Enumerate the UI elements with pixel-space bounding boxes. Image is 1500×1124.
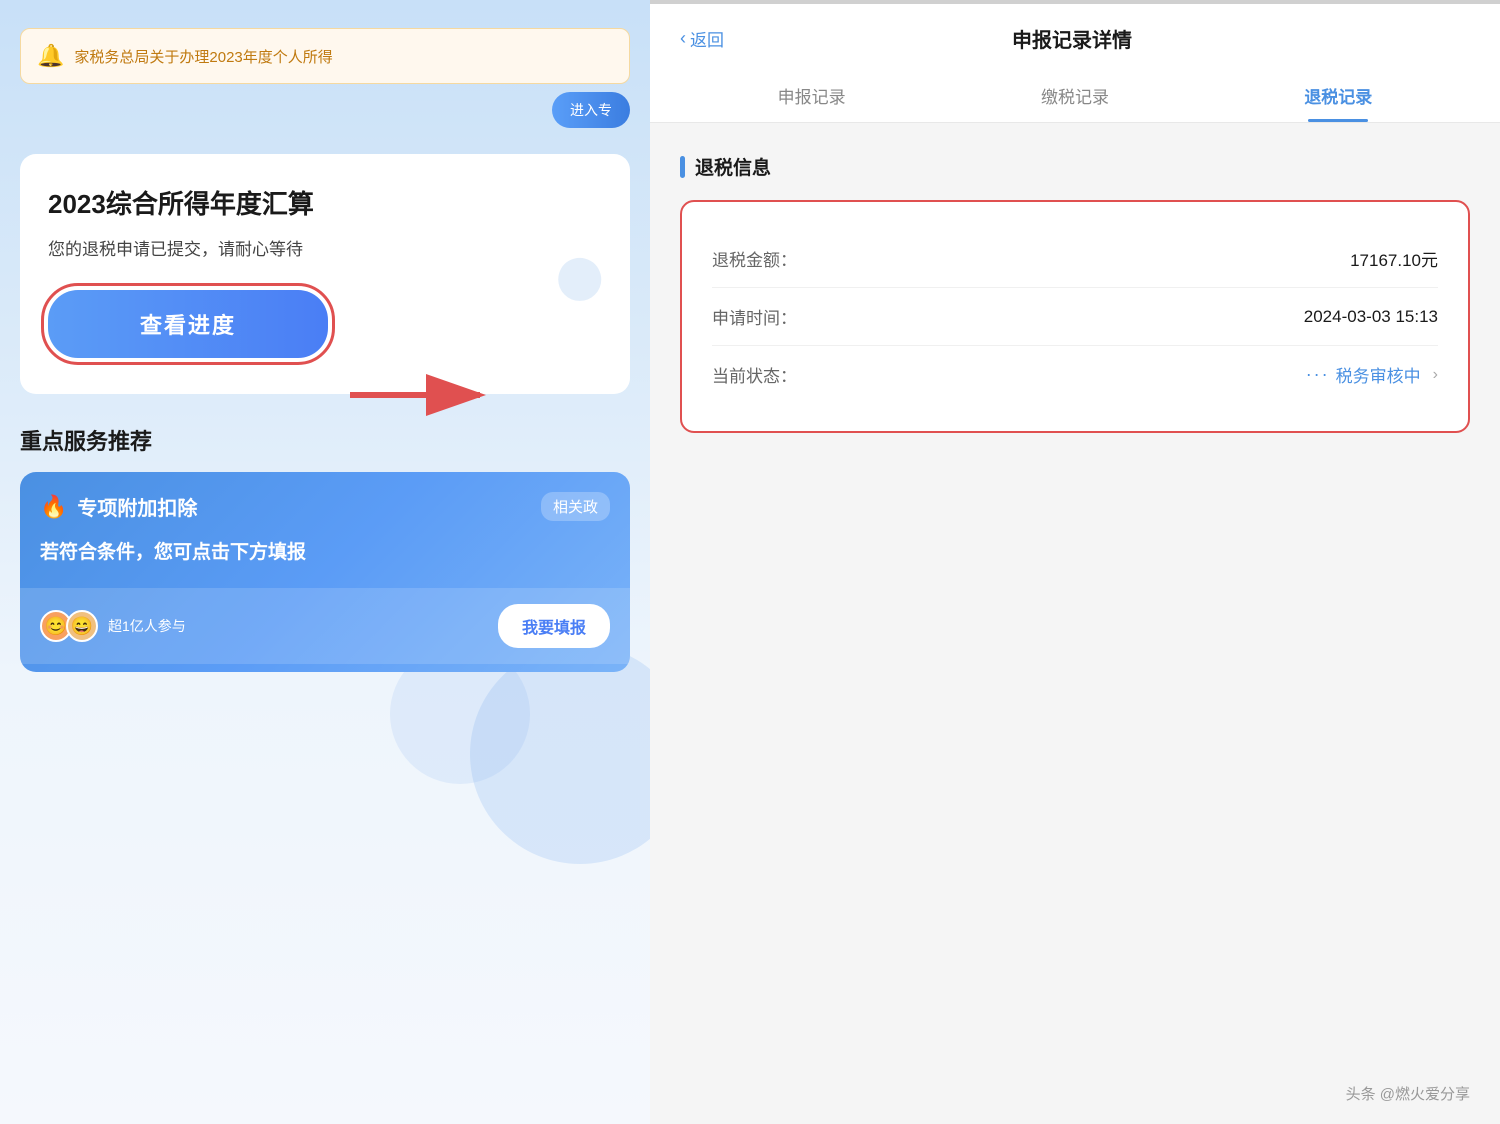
current-status-label: 当前状态： [712,362,797,387]
tab-declaration-record[interactable]: 申报记录 [680,69,943,122]
service-card-title-row: 🔥 专项附加扣除 [40,492,197,521]
right-header: ‹ 返回 申报记录详情 申报记录 缴税记录 退税记录 [650,4,1500,123]
refund-amount-row: 退税金额： 17167.10元 [712,230,1438,288]
service-card-title: 专项附加扣除 [77,492,197,521]
service-card-description: 若符合条件，您可点击下方填报 [40,537,610,564]
main-card: 2023综合所得年度汇算 您的退税申请已提交，请耐心等待 查看进度 ● [20,154,630,394]
fire-icon: 🔥 [40,494,67,520]
enter-button[interactable]: 进入专 [552,92,630,128]
back-button[interactable]: ‹ 返回 [680,26,724,51]
status-dots: ··· [1306,364,1330,385]
main-card-title: 2023综合所得年度汇算 [48,184,602,221]
service-card: 🔥 专项附加扣除 相关政 若符合条件，您可点击下方填报 😊 😄 超1亿人参与 我… [20,472,630,672]
current-status-value: ··· 税务审核中 › [1306,362,1438,387]
arrow-right [340,370,500,425]
header-nav: ‹ 返回 申报记录详情 [680,24,1470,53]
section-title: 重点服务推荐 [20,424,630,456]
view-progress-button[interactable]: 查看进度 [48,290,328,358]
left-panel: 🔔 家税务总局关于办理2023年度个人所得 进入专 2023综合所得年度汇算 您… [0,0,650,1124]
section-label: 退税信息 [695,153,771,180]
refund-amount-value: 17167.10元 [1350,246,1438,271]
bell-icon: 🔔 [37,43,64,69]
service-card-footer: 😊 😄 超1亿人参与 我要填报 [20,588,630,664]
avatar-2: 😄 [66,610,98,642]
chevron-left-icon: ‹ [680,28,686,49]
refund-amount-label: 退税金额： [712,246,797,271]
tab-refund-record[interactable]: 退税记录 [1207,69,1470,122]
avatar-group: 😊 😄 [40,610,98,642]
participant-info: 😊 😄 超1亿人参与 [40,610,186,642]
card-decoration: ● [550,217,610,332]
apply-time-row: 申请时间： 2024-03-03 15:13 [712,288,1438,346]
apply-time-value: 2024-03-03 15:13 [1304,307,1438,327]
participant-count: 超1亿人参与 [108,616,186,636]
refund-info-card: 退税金额： 17167.10元 申请时间： 2024-03-03 15:13 当… [680,200,1470,433]
chevron-right-icon: › [1433,366,1438,384]
tab-tax-payment-record[interactable]: 缴税记录 [943,69,1206,122]
right-content: 退税信息 退税金额： 17167.10元 申请时间： 2024-03-03 15… [650,123,1500,1124]
policy-link[interactable]: 相关政 [541,492,610,521]
current-status-row[interactable]: 当前状态： ··· 税务审核中 › [712,346,1438,403]
watermark: 头条 @燃火爱分享 [1346,1083,1470,1104]
main-card-subtitle: 您的退税申请已提交，请耐心等待 [48,235,602,260]
fill-report-button[interactable]: 我要填报 [498,604,610,648]
page-title: 申报记录详情 [740,24,1404,53]
notification-bar: 🔔 家税务总局关于办理2023年度个人所得 [20,28,630,84]
section-accent [680,156,685,178]
tabs-row: 申报记录 缴税记录 退税记录 [680,69,1470,122]
right-panel: ‹ 返回 申报记录详情 申报记录 缴税记录 退税记录 退税信息 退税金额： 17… [650,0,1500,1124]
service-card-header: 🔥 专项附加扣除 相关政 [40,492,610,521]
back-label: 返回 [690,26,724,51]
notification-text: 家税务总局关于办理2023年度个人所得 [74,46,332,67]
apply-time-label: 申请时间： [712,304,797,329]
status-text: 税务审核中 [1336,362,1421,387]
section-header: 退税信息 [680,153,1470,180]
